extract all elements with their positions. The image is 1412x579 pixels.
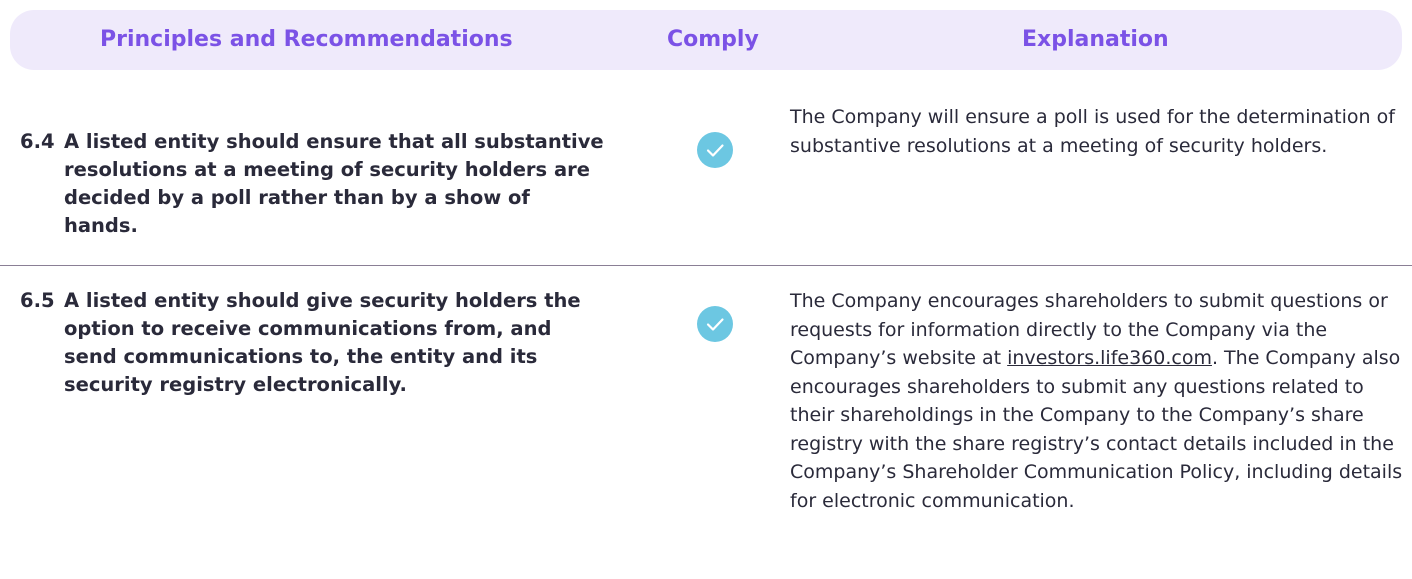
header-principles: Principles and Recommendations [100,27,513,52]
row-divider [0,265,1412,266]
header-comply: Comply [667,27,759,52]
investor-website-link[interactable]: investors.life360.com [1007,347,1212,369]
principle-number: 6.5 [20,289,55,312]
principle-text: A listed entity should give security hol… [64,289,581,396]
principle-text: A listed entity should ensure that all s… [64,130,604,237]
explanation-text-continued: . The Company also encourages shareholde… [790,347,1403,512]
header-explanation: Explanation [1022,27,1169,52]
explanation-cell: The Company will ensure a poll is used f… [790,106,1395,157]
check-circle-icon [697,306,733,342]
explanation-cell: The Company encourages shareholders to s… [790,287,1410,515]
table-header: Principles and Recommendations Comply Ex… [10,10,1402,70]
check-circle-icon [697,132,733,168]
principle-cell: 6.4 A listed entity should ensure that a… [20,128,660,240]
principle-cell: 6.5 A listed entity should give security… [20,287,660,399]
principle-number: 6.4 [20,130,55,153]
